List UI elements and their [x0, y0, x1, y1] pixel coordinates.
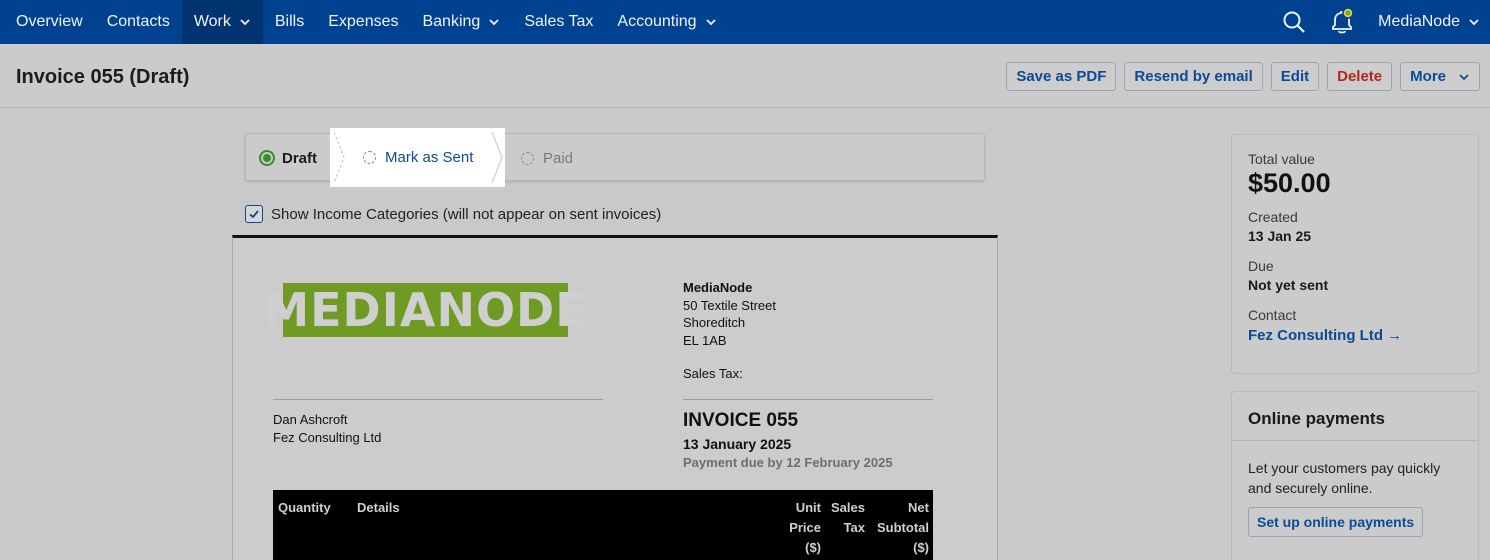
header-line: Subtotal [877, 520, 929, 535]
step-paid-label: Paid [543, 149, 574, 167]
header-line: Price [789, 520, 821, 535]
step-sent: Mark as Sent [363, 128, 473, 187]
step-separator-icon [333, 131, 345, 184]
sender-address-line: EL 1AB [683, 332, 727, 348]
search-icon [1283, 11, 1305, 33]
sender-address-line: Shoreditch [683, 315, 746, 330]
invoice-due-date: Payment due by 12 February 2025 [683, 455, 893, 470]
sender-address: MediaNode 50 Textile Street Shoreditch E… [683, 279, 776, 383]
nav-label: Bills [274, 13, 305, 30]
nav-item-banking[interactable]: Banking [410, 0, 512, 44]
step-sent-label: Mark as Sent [385, 149, 474, 166]
step-separator-icon [491, 131, 503, 184]
edit-button[interactable]: Edit [1270, 62, 1320, 91]
user-menu[interactable]: MediaNode [1364, 13, 1490, 31]
nav-item-contacts[interactable]: Contacts [95, 0, 182, 44]
chevron-down-icon [489, 19, 499, 26]
nav-item-overview[interactable]: Overview [0, 0, 95, 44]
due-value: Not yet sent [1248, 277, 1329, 293]
company-logo: MEDIANODE [263, 283, 587, 337]
recipient-company: Fez Consulting Ltd [273, 430, 382, 445]
column-header-net-subtotal: Net Subtotal ($) [877, 498, 929, 558]
created-label: Created [1248, 209, 1298, 225]
more-button[interactable]: More [1400, 62, 1480, 91]
nav-item-sales-tax[interactable]: Sales Tax [512, 0, 605, 44]
nav-right: MediaNode [1272, 0, 1490, 44]
chevron-down-icon [705, 19, 716, 26]
nav-label: Sales Tax [524, 13, 594, 30]
header-line: Unit [795, 500, 821, 515]
column-header-quantity: Quantity [278, 500, 331, 515]
header-line: Sales [831, 500, 865, 515]
pending-circle-icon [521, 151, 534, 165]
header-line: ($) [805, 540, 821, 555]
nav-label: Expenses [328, 13, 399, 30]
delete-button[interactable]: Delete [1327, 62, 1393, 91]
column-header-unit-price: Unit Price ($) [789, 498, 821, 558]
due-label: Due [1248, 258, 1274, 274]
mark-as-sent-button[interactable]: Mark as Sent [330, 128, 505, 187]
user-name: MediaNode [1378, 13, 1460, 30]
column-header-details: Details [357, 500, 400, 515]
contact-link[interactable]: Fez Consulting Ltd → [1248, 327, 1462, 344]
check-circle-icon [259, 150, 275, 166]
chevron-down-icon [1459, 73, 1469, 80]
online-payments-title: Online payments [1232, 392, 1478, 441]
invoice-preview: MEDIANODE MediaNode 50 Textile Street Sh… [232, 235, 998, 560]
show-income-categories-option[interactable]: Show Income Categories (will not appear … [245, 205, 661, 223]
nav-item-accounting[interactable]: Accounting [605, 0, 728, 44]
step-draft: Draft [259, 134, 317, 182]
step-draft-label: Draft [282, 149, 318, 167]
page-header: Invoice 055 (Draft) Save as PDF Resend b… [0, 44, 1490, 108]
checkmark-icon [249, 210, 259, 219]
created-value: 13 Jan 25 [1248, 228, 1312, 244]
show-income-categories-label: Show Income Categories (will not appear … [271, 205, 662, 223]
nav-label: Work [193, 13, 231, 30]
more-label: More [1410, 68, 1446, 85]
header-line: Net [908, 500, 929, 515]
bell-icon [1332, 7, 1354, 34]
resend-by-email-button[interactable]: Resend by email [1124, 62, 1263, 91]
nav-label: Accounting [617, 13, 697, 30]
online-payments-text: Let your customers pay quickly and secur… [1248, 460, 1441, 496]
logo-text: MEDIANODE [263, 283, 588, 337]
recipient-address: Dan Ashcroft Fez Consulting Ltd [273, 411, 381, 447]
nav-label: Banking [422, 13, 481, 30]
action-bar: Save as PDF Resend by email Edit Delete … [1006, 62, 1480, 91]
divider [273, 399, 603, 400]
nav-item-bills[interactable]: Bills [263, 0, 316, 44]
notifications-button[interactable] [1320, 0, 1364, 44]
chevron-down-icon [240, 19, 250, 26]
save-as-pdf-button[interactable]: Save as PDF [1006, 62, 1117, 91]
set-up-online-payments-button[interactable]: Set up online payments [1248, 507, 1424, 537]
total-value-label: Total value [1248, 151, 1315, 167]
line-items-table-header: Quantity Details Unit Price ($) Sales Ta… [273, 490, 933, 560]
contact-label: Contact [1248, 307, 1297, 323]
nav-item-expenses[interactable]: Expenses [316, 0, 410, 44]
online-payments-panel: Online payments Let your customers pay q… [1231, 391, 1479, 560]
step-paid: Paid [521, 134, 573, 182]
top-nav: Overview Contacts Work Bills Expenses Ba… [0, 0, 1490, 44]
recipient-name: Dan Ashcroft [273, 412, 348, 427]
search-button[interactable] [1272, 0, 1316, 44]
chevron-down-icon [1469, 19, 1479, 26]
total-value: $50.00 [1248, 168, 1331, 198]
invoice-title: INVOICE 055 [683, 410, 799, 431]
sender-sales-tax: Sales Tax: [683, 366, 743, 381]
header-line: Tax [843, 520, 865, 535]
sender-address-line: 50 Textile Street [683, 297, 776, 313]
sender-name: MediaNode [683, 280, 753, 295]
divider [683, 399, 933, 400]
page-title: Invoice 055 (Draft) [16, 66, 190, 88]
nav-label: Overview [16, 13, 83, 30]
nav-item-work[interactable]: Work [181, 0, 263, 44]
header-line: ($) [913, 540, 929, 555]
invoice-summary-panel: Total value $50.00 Created 13 Jan 25 Due… [1231, 134, 1479, 374]
pending-circle-icon [363, 151, 376, 164]
nav-label: Contacts [106, 13, 170, 30]
show-income-categories-checkbox[interactable] [245, 205, 263, 223]
invoice-date: 13 January 2025 [683, 436, 792, 452]
column-header-sales-tax: Sales Tax [831, 498, 865, 538]
